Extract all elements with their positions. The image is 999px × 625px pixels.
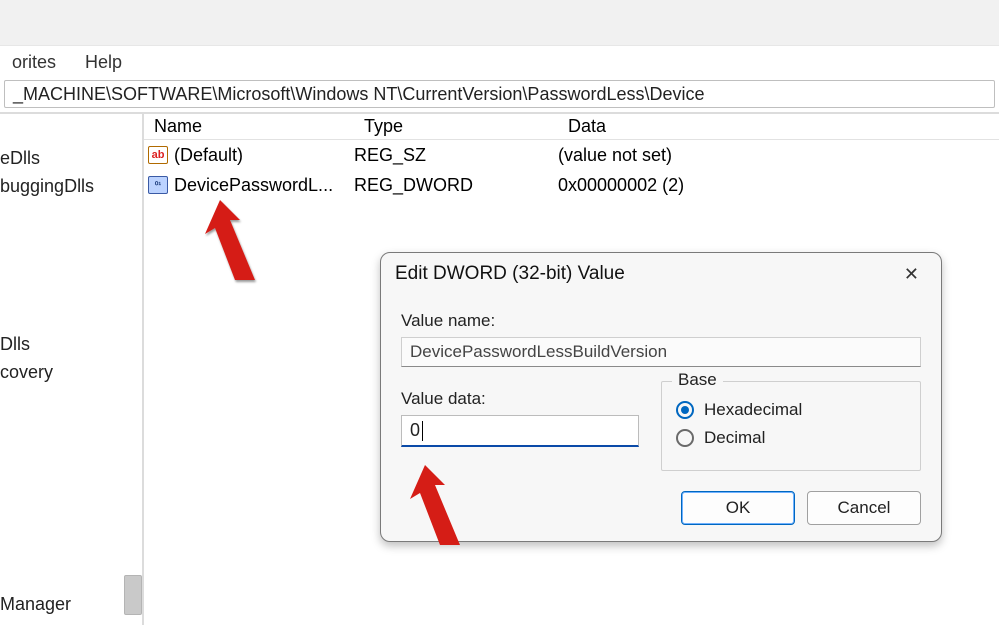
value-type: REG_DWORD — [354, 175, 558, 196]
tree-item[interactable]: covery — [0, 362, 53, 383]
radio-label: Hexadecimal — [704, 400, 802, 420]
radio-icon — [676, 401, 694, 419]
tree-item[interactable]: eDlls — [0, 148, 40, 169]
value-data-input[interactable]: 0 — [401, 415, 639, 447]
radio-icon — [676, 429, 694, 447]
edit-dword-dialog: Edit DWORD (32-bit) Value ✕ Value name: … — [380, 252, 942, 542]
radio-label: Decimal — [704, 428, 765, 448]
tree-item[interactable]: Dlls — [0, 334, 30, 355]
value-data-text: 0 — [410, 420, 420, 441]
menu-help[interactable]: Help — [73, 46, 134, 78]
radio-decimal[interactable]: Decimal — [676, 428, 906, 448]
dialog-title-text: Edit DWORD (32-bit) Value — [395, 263, 625, 285]
value-name: DevicePasswordL... — [172, 175, 354, 196]
radio-hexadecimal[interactable]: Hexadecimal — [676, 400, 906, 420]
value-data-label: Value data: — [401, 389, 651, 409]
value-name-field[interactable]: DevicePasswordLessBuildVersion — [401, 337, 921, 367]
column-header-type[interactable]: Type — [354, 116, 558, 139]
base-legend: Base — [672, 370, 723, 390]
address-bar[interactable]: _MACHINE\SOFTWARE\Microsoft\Windows NT\C… — [4, 80, 995, 108]
value-type: REG_SZ — [354, 145, 558, 166]
tree-scrollbar-thumb[interactable] — [124, 575, 142, 615]
reg-dword-icon: ⁰¹ — [144, 176, 172, 194]
tree-pane[interactable]: eDlls buggingDlls Dlls covery Manager — [0, 114, 144, 625]
window-titlebar-area — [0, 0, 999, 46]
close-icon[interactable]: ✕ — [896, 260, 927, 289]
value-row[interactable]: ⁰¹ DevicePasswordL... REG_DWORD 0x000000… — [144, 170, 999, 200]
value-data: 0x00000002 (2) — [558, 175, 999, 196]
column-header-data[interactable]: Data — [558, 116, 999, 139]
value-row[interactable]: ab (Default) REG_SZ (value not set) — [144, 140, 999, 170]
tree-item[interactable]: buggingDlls — [0, 176, 94, 197]
column-header-name[interactable]: Name — [144, 116, 354, 139]
ok-button[interactable]: OK — [681, 491, 795, 525]
reg-sz-icon: ab — [144, 146, 172, 164]
dialog-titlebar[interactable]: Edit DWORD (32-bit) Value ✕ — [381, 253, 941, 295]
cancel-button[interactable]: Cancel — [807, 491, 921, 525]
text-caret — [422, 421, 423, 441]
base-fieldset: Base Hexadecimal Decimal — [661, 381, 921, 471]
value-name-label: Value name: — [401, 311, 921, 331]
menu-bar: orites Help — [0, 46, 999, 78]
value-data: (value not set) — [558, 145, 999, 166]
tree-item[interactable]: Manager — [0, 594, 71, 615]
values-header: Name Type Data — [144, 114, 999, 140]
address-bar-row: _MACHINE\SOFTWARE\Microsoft\Windows NT\C… — [0, 78, 999, 110]
menu-favorites[interactable]: orites — [0, 46, 68, 78]
value-name: (Default) — [172, 145, 354, 166]
